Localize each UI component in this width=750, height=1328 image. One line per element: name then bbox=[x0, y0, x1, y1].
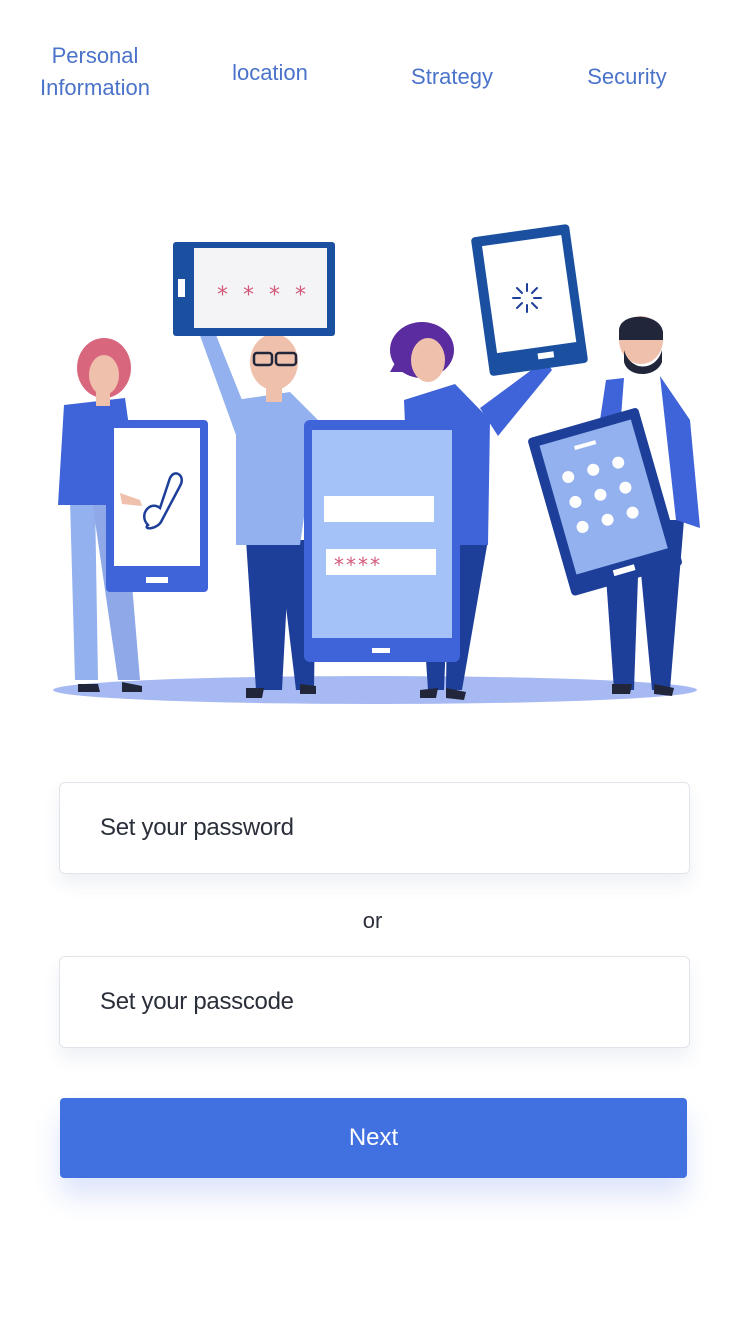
tablet-password-mask: * * * * bbox=[217, 283, 310, 308]
tablet-link bbox=[106, 420, 208, 592]
tablet-login-form: **** bbox=[304, 420, 460, 662]
tab-security[interactable]: Security bbox=[565, 61, 689, 93]
tab-personal-information-line2: Information bbox=[39, 75, 151, 100]
security-illustration: * * * * **** bbox=[53, 224, 700, 704]
passcode-field[interactable]: Set your passcode bbox=[59, 956, 690, 1048]
tab-location[interactable]: location bbox=[210, 57, 330, 89]
passcode-placeholder: Set your passcode bbox=[100, 988, 294, 1015]
next-button[interactable]: Next bbox=[60, 1098, 687, 1178]
next-button-label: Next bbox=[348, 1124, 399, 1151]
password-placeholder: Set your password bbox=[100, 814, 294, 841]
phone-password-mask: **** bbox=[334, 553, 382, 577]
phone-loading bbox=[471, 224, 588, 376]
person-bald-man bbox=[198, 325, 318, 698]
or-separator: or bbox=[362, 908, 383, 933]
tablet-password: * * * * bbox=[173, 242, 335, 336]
password-field[interactable]: Set your password bbox=[59, 782, 690, 874]
tab-personal-information-line1: Personal bbox=[51, 43, 139, 68]
tab-personal-information[interactable]: Personal Information bbox=[30, 40, 160, 104]
ground-shadow bbox=[53, 676, 697, 704]
tab-strategy[interactable]: Strategy bbox=[392, 61, 512, 93]
